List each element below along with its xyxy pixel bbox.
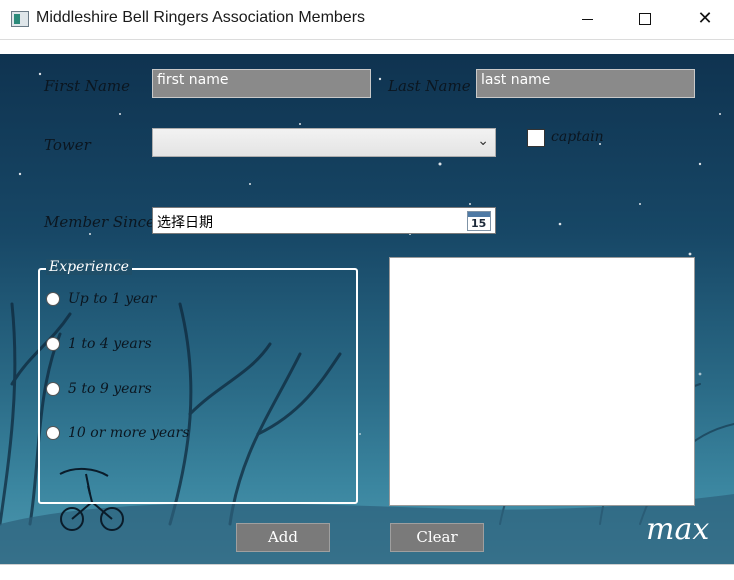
calendar-icon[interactable]: 15: [467, 211, 491, 231]
first-name-input[interactable]: first name: [152, 69, 371, 98]
clear-button[interactable]: Clear: [390, 523, 484, 552]
radio-label-1-to-4-years: 1 to 4 years: [68, 336, 152, 352]
tower-label: Tower: [44, 136, 91, 154]
captain-checkbox[interactable]: [527, 129, 545, 147]
calendar-day: 15: [471, 217, 487, 230]
window-title: Middleshire Bell Ringers Association Mem…: [36, 9, 366, 26]
first-name-label: First Name: [44, 77, 131, 95]
experience-legend: Experience: [46, 259, 132, 275]
radio-up-to-1-year[interactable]: [46, 292, 60, 306]
tower-select[interactable]: ⌄: [152, 128, 496, 157]
last-name-input[interactable]: last name: [476, 69, 695, 98]
bottom-edge: [0, 564, 734, 580]
app-icon: [11, 11, 29, 27]
radio-label-5-to-9-years: 5 to 9 years: [68, 381, 152, 397]
members-listbox[interactable]: [389, 257, 695, 506]
title-bar: Middleshire Bell Ringers Association Mem…: [0, 0, 734, 40]
member-since-label: Member Since: [44, 213, 155, 231]
close-button[interactable]: ✕: [676, 0, 734, 40]
captain-label: captain: [551, 129, 604, 145]
chevron-down-icon: ⌄: [477, 133, 489, 149]
minimize-icon: [581, 18, 593, 20]
radio-1-to-4-years[interactable]: [46, 337, 60, 351]
close-icon: ✕: [697, 8, 713, 29]
member-since-datepicker[interactable]: 选择日期 15: [152, 207, 496, 234]
signature-watermark: max: [646, 512, 710, 547]
maximize-icon: [639, 13, 651, 25]
radio-label-up-to-1-year: Up to 1 year: [68, 291, 157, 307]
minimize-button[interactable]: [558, 0, 616, 40]
radio-10-or-more-years[interactable]: [46, 426, 60, 440]
add-button[interactable]: Add: [236, 523, 330, 552]
radio-5-to-9-years[interactable]: [46, 382, 60, 396]
member-since-input[interactable]: 选择日期: [157, 212, 213, 232]
maximize-button[interactable]: [616, 0, 674, 40]
radio-label-10-or-more-years: 10 or more years: [68, 425, 190, 441]
last-name-label: Last Name: [388, 77, 471, 95]
